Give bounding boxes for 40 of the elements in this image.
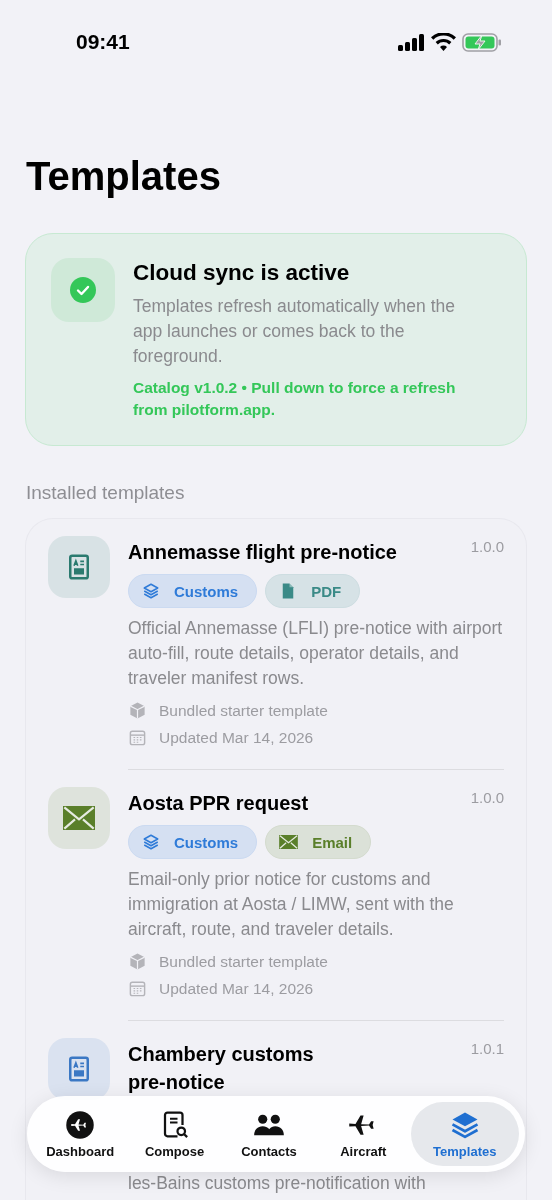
airplane-circle-icon — [64, 1109, 97, 1140]
box-icon — [128, 701, 147, 720]
signal-icon — [398, 33, 425, 51]
version-label: 1.0.1 — [470, 1040, 504, 1059]
tab[interactable]: Compose — [127, 1102, 222, 1166]
card-title: Cloud sync is active — [133, 260, 351, 286]
meta-label: Updated Mar 14, 2026 — [159, 728, 314, 748]
calendar-icon — [128, 979, 147, 998]
tag: PDF — [265, 574, 361, 608]
template-description: Official Annemasse (LFLI) pre-notice with airport auto-fill, route details, operator details, and traveler manifest rows. — [128, 617, 504, 690]
meta-label: Bundled starter template — [159, 701, 328, 721]
clock: 09:41 — [76, 30, 130, 54]
tab[interactable]: Contacts — [221, 1102, 317, 1166]
tab[interactable]: Aircraft — [316, 1102, 411, 1166]
tab[interactable]: Templates — [410, 1102, 520, 1166]
catalog-note: Catalog v1.0.2 • Pull down to force a refresh from pilotform.app. — [133, 378, 457, 420]
template-title: Aosta PPR request — [128, 791, 309, 816]
section-title: Installed templates — [26, 482, 186, 504]
meta-label: Bundled starter template — [159, 952, 328, 972]
battery-charging-icon — [462, 32, 502, 52]
envelope-icon — [279, 835, 299, 849]
card-description: Templates refresh automatically when the app launches or comes back to the foreground. — [133, 295, 456, 368]
template-title: Annemasse flight pre-notice — [128, 540, 397, 565]
box-icon — [128, 952, 147, 971]
checkmark-icon — [70, 277, 96, 303]
template-description: les-Bains customs pre-notification with — [128, 1172, 427, 1195]
calendar-icon — [128, 728, 147, 747]
layers-icon — [142, 582, 160, 600]
wifi-icon — [431, 33, 456, 51]
tag: Customs — [128, 825, 258, 859]
template-description: Email-only prior notice for customs and immigration at Aosta / LIMW, sent with the aircraft, route, and traveler details. — [128, 868, 455, 941]
version-label: 1.0.0 — [470, 789, 504, 808]
version-label: 1.0.0 — [470, 538, 504, 557]
meta-label: Updated Mar 14, 2026 — [159, 979, 314, 999]
template-title: Chambery customs pre-notice — [128, 1042, 315, 1095]
layers-icon — [142, 833, 160, 851]
tab[interactable]: Dashboard — [33, 1102, 128, 1166]
page-title: Templates — [26, 153, 222, 200]
tag: Email — [265, 825, 372, 859]
tag: Customs — [128, 574, 258, 608]
